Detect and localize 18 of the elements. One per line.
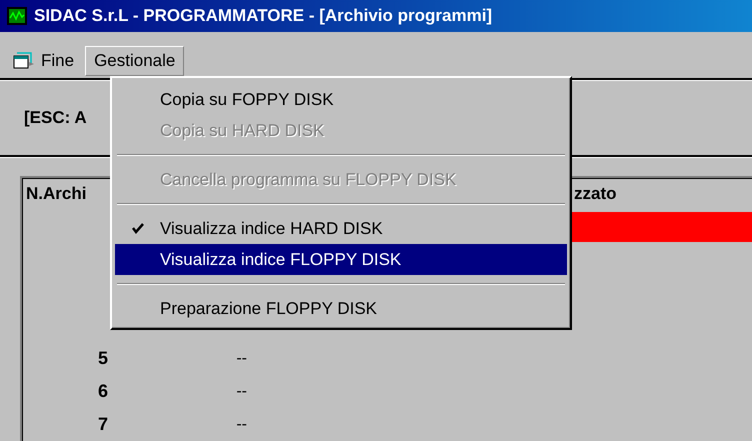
table-cell: -- — [236, 350, 247, 368]
table-cell: -- — [236, 382, 247, 400]
table-cell-text: 6 — [98, 381, 109, 402]
column-header: N.Archi — [26, 184, 88, 204]
table-cell: -- — [236, 416, 247, 434]
menu-option[interactable]: Visualizza indice HARD DISK — [115, 213, 567, 244]
menu-option[interactable]: Preparazione FLOPPY DISK — [115, 293, 567, 324]
table-cell-text: 5 — [98, 348, 109, 369]
menu-option[interactable]: Visualizza indice FLOPPY DISK — [115, 244, 567, 275]
menu-option[interactable]: Copia su FOPPY DISK — [115, 84, 567, 115]
menu-item[interactable]: Gestionale — [85, 46, 184, 76]
monitor-icon — [6, 6, 28, 26]
column-header: zzato — [574, 184, 618, 204]
table-cell-text: 7 — [98, 414, 109, 435]
hint-text: [ESC: A — [24, 108, 87, 128]
checkmark-icon — [132, 223, 144, 234]
window-title: SIDAC S.r.L - PROGRAMMATORE - [Archivio programmi] — [34, 6, 492, 26]
menu-item[interactable]: Fine — [4, 46, 84, 76]
